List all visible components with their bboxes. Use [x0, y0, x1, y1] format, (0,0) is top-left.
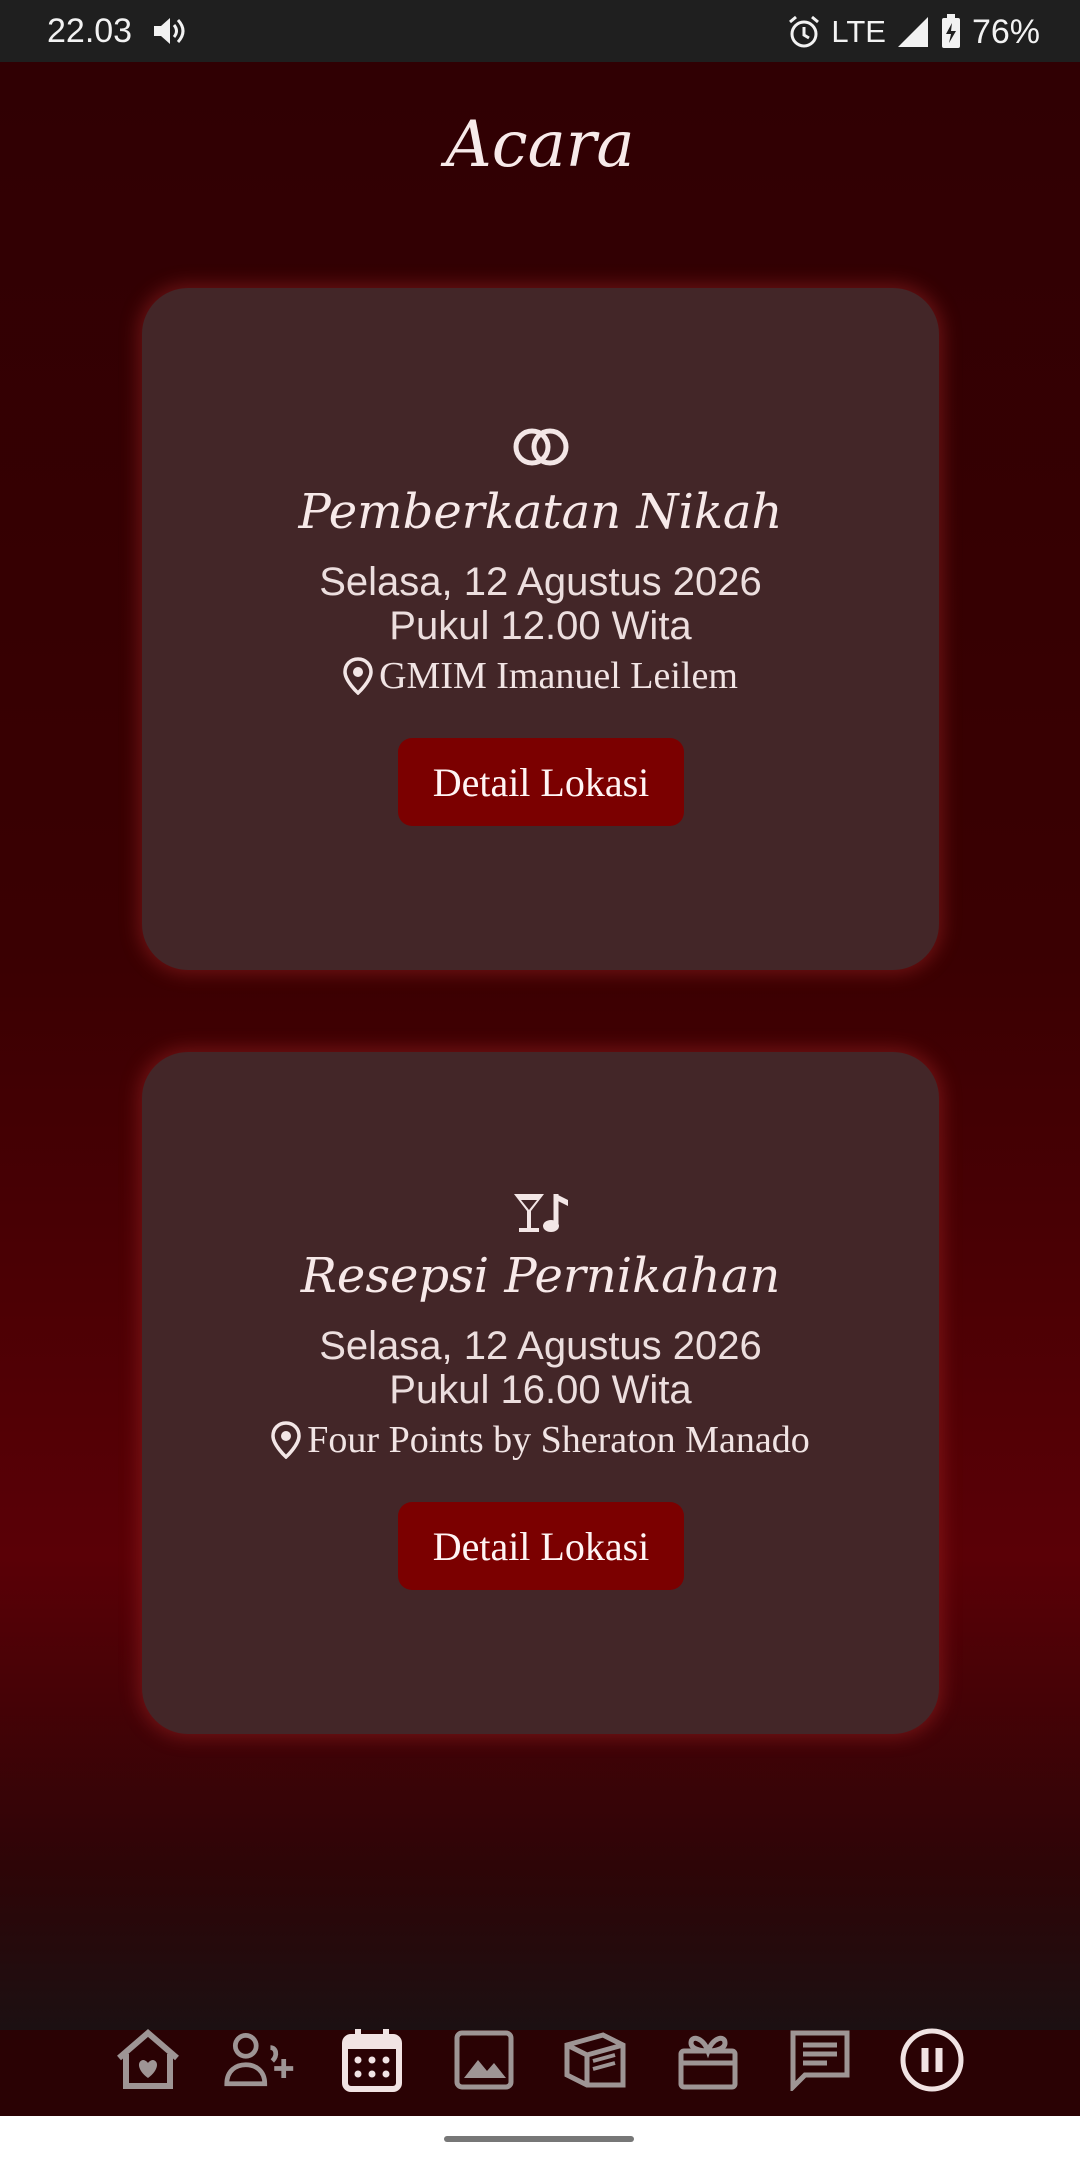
nav-events[interactable]: [335, 2023, 409, 2097]
event-location: GMIM Imanuel Leilem: [142, 654, 939, 698]
system-navigation-bar: [0, 2116, 1080, 2160]
location-name: Four Points by Sheraton Manado: [307, 1419, 810, 1461]
status-time: 22.03: [47, 12, 133, 50]
event-date: Selasa, 12 Agustus 2026: [319, 1324, 762, 1368]
gift-icon: [678, 2035, 738, 2090]
event-title: Pemberkatan Nikah: [298, 484, 783, 540]
battery-level: 76%: [971, 12, 1040, 51]
nav-home[interactable]: [111, 2023, 185, 2097]
event-date: Selasa, 12 Agustus 2026: [319, 560, 762, 604]
alarm-icon: [789, 15, 820, 48]
cocktail-music-icon: [513, 1194, 568, 1232]
signal-icon: [897, 17, 928, 47]
add-person-icon: [224, 2032, 294, 2087]
event-time: Pukul 12.00 Wita: [389, 604, 692, 648]
home-gesture-handle[interactable]: [444, 2136, 634, 2142]
nav-messages[interactable]: [783, 2023, 857, 2097]
status-bar: 22.03 LTE 76%: [0, 0, 1080, 62]
network-type: LTE: [831, 14, 886, 49]
volume-icon: [154, 18, 185, 44]
nav-music-toggle[interactable]: [895, 2023, 969, 2097]
location-pin-icon: [271, 1421, 302, 1459]
event-time: Pukul 16.00 Wita: [389, 1368, 692, 1412]
bottom-nav: [0, 2000, 1080, 2120]
page-title: Acara: [445, 108, 635, 182]
detail-location-button[interactable]: Detail Lokasi: [398, 1502, 684, 1590]
battery-charging-icon: [941, 14, 960, 48]
rings-icon: [513, 428, 568, 466]
home-heart-icon: [117, 2029, 179, 2089]
location-name: GMIM Imanuel Leilem: [379, 655, 738, 697]
calendar-icon: [342, 2029, 402, 2092]
event-title: Resepsi Pernikahan: [300, 1248, 781, 1304]
detail-location-button[interactable]: Detail Lokasi: [398, 738, 684, 826]
nav-gallery[interactable]: [447, 2023, 521, 2097]
message-icon: [790, 2030, 850, 2091]
nav-story[interactable]: [559, 2023, 633, 2097]
location-pin-icon: [343, 657, 373, 695]
image-icon: [454, 2030, 514, 2090]
event-location: Four Points by Sheraton Manado: [142, 1418, 939, 1462]
book-icon: [564, 2032, 626, 2088]
pause-icon: [900, 2028, 964, 2092]
events-section: Acara Pemberkatan Nikah Selasa, 12 Agust…: [0, 62, 1080, 2030]
event-card-reception: Resepsi Pernikahan Selasa, 12 Agustus 20…: [142, 1052, 939, 1734]
event-card-ceremony: Pemberkatan Nikah Selasa, 12 Agustus 202…: [142, 288, 939, 970]
nav-gift[interactable]: [671, 2023, 745, 2097]
nav-guests[interactable]: [223, 2023, 297, 2097]
